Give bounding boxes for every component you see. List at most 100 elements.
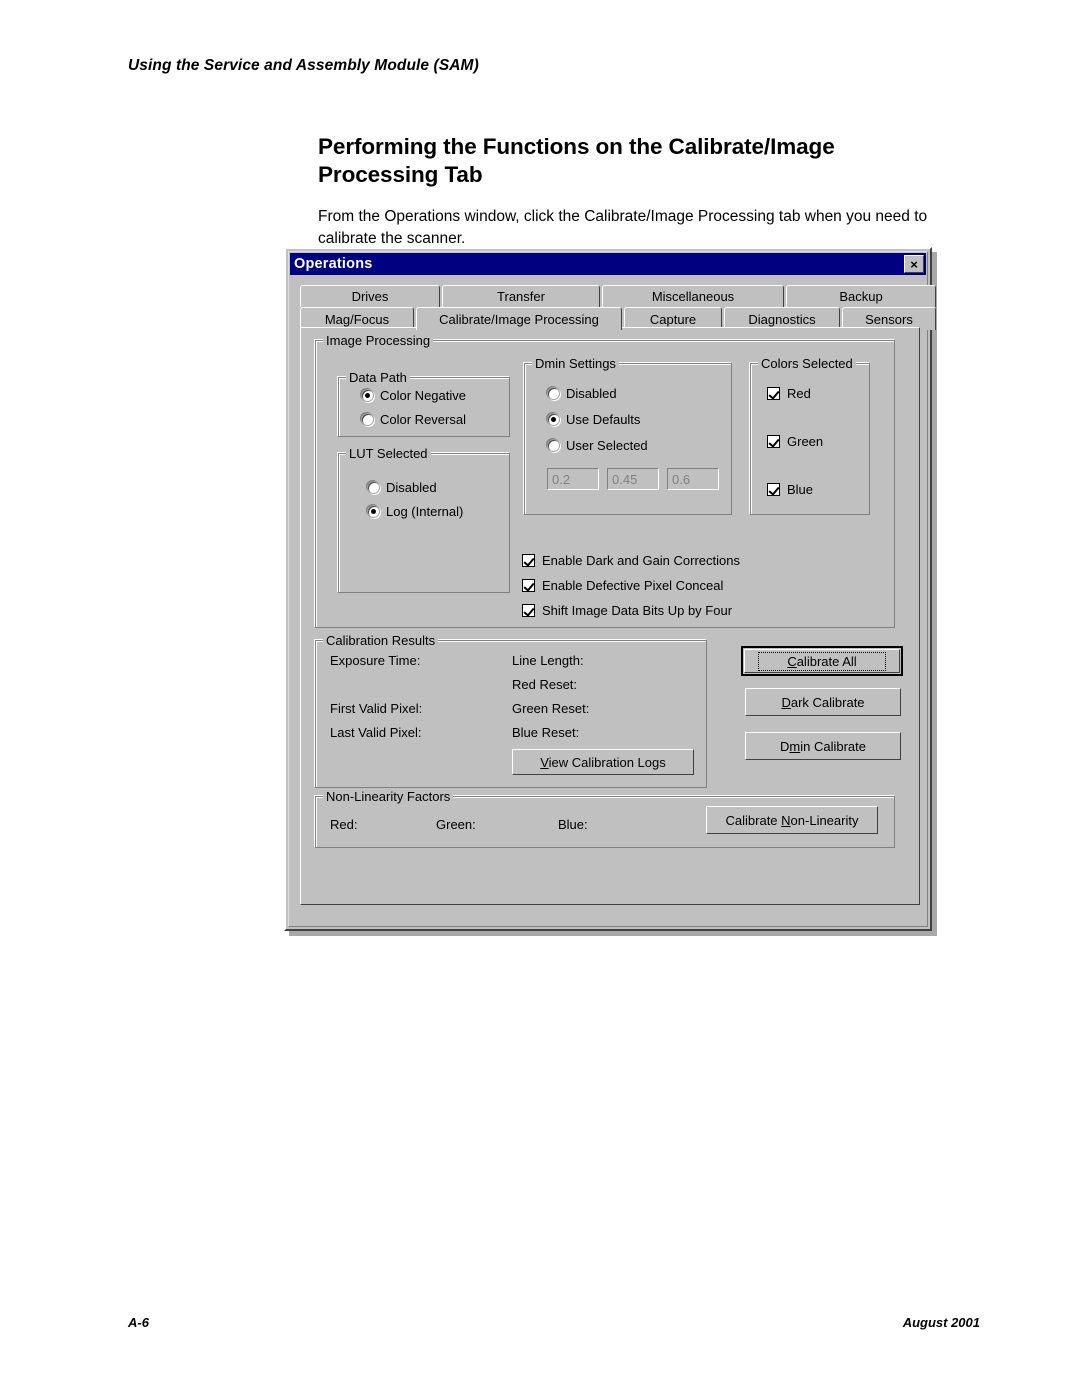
option-label: Color Negative (380, 388, 466, 403)
page-title: Performing the Functions on the Calibrat… (318, 134, 835, 188)
tab-label: Mag/Focus (324, 311, 390, 327)
group-label: Dmin Settings (532, 356, 619, 371)
button-label: iew Calibration Logs (548, 754, 666, 770)
label-line-length: Line Length: (512, 653, 584, 668)
tab-label: Drives (351, 289, 389, 304)
button-face: Calibrate All (744, 649, 900, 673)
option-label: Use Defaults (566, 412, 641, 427)
group-non-linearity-factors: Non-Linearity Factors Red: Green: Blue: … (315, 789, 895, 848)
group-dmin-settings: Dmin Settings Disabled Use Defaults User… (524, 356, 732, 515)
tab-transfer[interactable]: Transfer (442, 285, 600, 307)
button-prefix: Calibrate (725, 812, 782, 828)
option-label: Blue (787, 482, 814, 497)
tab-miscellaneous[interactable]: Miscellaneous (602, 285, 784, 307)
dark-calibrate-button[interactable]: Dark Calibrate (745, 688, 901, 716)
radio-icon (361, 413, 374, 426)
body-paragraph: From the Operations window, click the Ca… (318, 207, 928, 247)
calibrate-all-button[interactable]: Calibrate All (741, 646, 903, 676)
checkbox-icon (767, 483, 780, 496)
checkbox-enable-defective-pixel-conceal[interactable]: Enable Defective Pixel Conceal (522, 578, 723, 593)
label-nonlinearity-green: Green: (436, 817, 476, 832)
label-first-valid-pixel: First Valid Pixel: (330, 701, 423, 716)
accel-letter: V (540, 754, 549, 770)
group-label: LUT Selected (346, 446, 431, 461)
checkbox-red[interactable]: Red (767, 386, 811, 401)
radio-dmin-disabled[interactable]: Disabled (547, 386, 617, 401)
checkbox-enable-dark-gain[interactable]: Enable Dark and Gain Corrections (522, 553, 740, 568)
tab-backup[interactable]: Backup (786, 285, 936, 307)
radio-icon (547, 439, 560, 452)
tab-drives[interactable]: Drives (300, 285, 440, 307)
dmin-calibrate-button[interactable]: Dmin Calibrate (745, 732, 901, 760)
accel-letter: m (789, 738, 801, 754)
tab-label: Miscellaneous (651, 289, 735, 304)
dmin-field-3[interactable]: 0.6 (667, 468, 719, 490)
group-label: Non-Linearity Factors (323, 789, 454, 804)
dmin-field-2[interactable]: 0.45 (607, 468, 659, 490)
group-label: Data Path (346, 370, 410, 385)
tab-label: Calibrate/Image Processing (439, 311, 599, 327)
option-label: Enable Dark and Gain Corrections (542, 553, 740, 568)
tab-label: Transfer (497, 289, 545, 304)
radio-icon (367, 481, 380, 494)
group-data-path: Data Path Color Negative Color Reversal (338, 370, 510, 437)
radio-icon (547, 413, 560, 426)
button-label: in Calibrate (800, 738, 866, 754)
checkbox-icon (522, 554, 535, 567)
option-label: Disabled (386, 480, 437, 495)
option-label: Shift Image Data Bits Up by Four (542, 603, 733, 618)
button-prefix: D (780, 738, 790, 754)
radio-icon (547, 387, 560, 400)
radio-lut-log-internal[interactable]: Log (Internal) (367, 504, 463, 519)
group-label: Calibration Results (323, 633, 439, 648)
group-image-processing: Image Processing Data Path Color Negativ… (315, 333, 895, 628)
tab-label: Sensors (865, 311, 913, 327)
tab-page-calibrate-image-processing: Image Processing Data Path Color Negativ… (300, 327, 920, 905)
label-nonlinearity-blue: Blue: (558, 817, 588, 832)
accel-letter: D (781, 694, 791, 710)
group-calibration-results: Calibration Results Exposure Time: First… (315, 633, 707, 788)
option-label: Red (787, 386, 811, 401)
operations-dialog: Operations × Drives Transfer Miscellaneo… (284, 247, 936, 931)
footer-date: August 2001 (902, 1315, 980, 1330)
label-red-reset: Red Reset: (512, 677, 578, 692)
checkbox-icon (522, 604, 535, 617)
tab-label: Backup (839, 289, 883, 304)
tab-calibrate-image-processing[interactable]: Calibrate/Image Processing (416, 307, 622, 330)
tab-label: Diagnostics (748, 311, 816, 327)
view-calibration-logs-button[interactable]: View Calibration Logs (512, 749, 694, 775)
checkbox-shift-image-data-bits[interactable]: Shift Image Data Bits Up by Four (522, 603, 732, 618)
label-green-reset: Green Reset: (512, 701, 590, 716)
label-last-valid-pixel: Last Valid Pixel: (330, 725, 422, 740)
footer-page-number: A-6 (128, 1315, 149, 1330)
radio-color-negative[interactable]: Color Negative (361, 388, 466, 403)
option-label: Color Reversal (380, 412, 466, 427)
button-label: ark Calibrate (790, 694, 865, 710)
close-icon[interactable]: × (904, 255, 924, 273)
radio-color-reversal[interactable]: Color Reversal (361, 412, 466, 427)
checkbox-green[interactable]: Green (767, 434, 823, 449)
option-label: Green (787, 434, 824, 449)
dmin-field-1[interactable]: 0.2 (547, 468, 599, 490)
group-label: Colors Selected (758, 356, 856, 371)
label-exposure-time: Exposure Time: (330, 653, 421, 668)
label-nonlinearity-red: Red: (330, 817, 358, 832)
radio-lut-disabled[interactable]: Disabled (367, 480, 437, 495)
group-lut-selected: LUT Selected Disabled Log (Internal) (338, 446, 510, 593)
radio-dmin-user-selected[interactable]: User Selected (547, 438, 648, 453)
dialog-title: Operations (294, 256, 373, 272)
tab-strip: Drives Transfer Miscellaneous Backup Mag… (300, 285, 936, 330)
label-blue-reset: Blue Reset: (512, 725, 580, 740)
button-label: on-Linearity (790, 812, 859, 828)
accel-letter: N (781, 812, 791, 828)
running-head: Using the Service and Assembly Module (S… (128, 57, 479, 74)
accel-letter: C (787, 653, 797, 669)
option-label: Disabled (566, 386, 617, 401)
option-label: User Selected (566, 438, 648, 453)
group-label: Image Processing (323, 333, 434, 348)
calibrate-non-linearity-button[interactable]: Calibrate Non-Linearity (706, 806, 878, 834)
checkbox-blue[interactable]: Blue (767, 482, 813, 497)
checkbox-icon (767, 435, 780, 448)
radio-dmin-use-defaults[interactable]: Use Defaults (547, 412, 640, 427)
option-label: Log (Internal) (386, 504, 464, 519)
